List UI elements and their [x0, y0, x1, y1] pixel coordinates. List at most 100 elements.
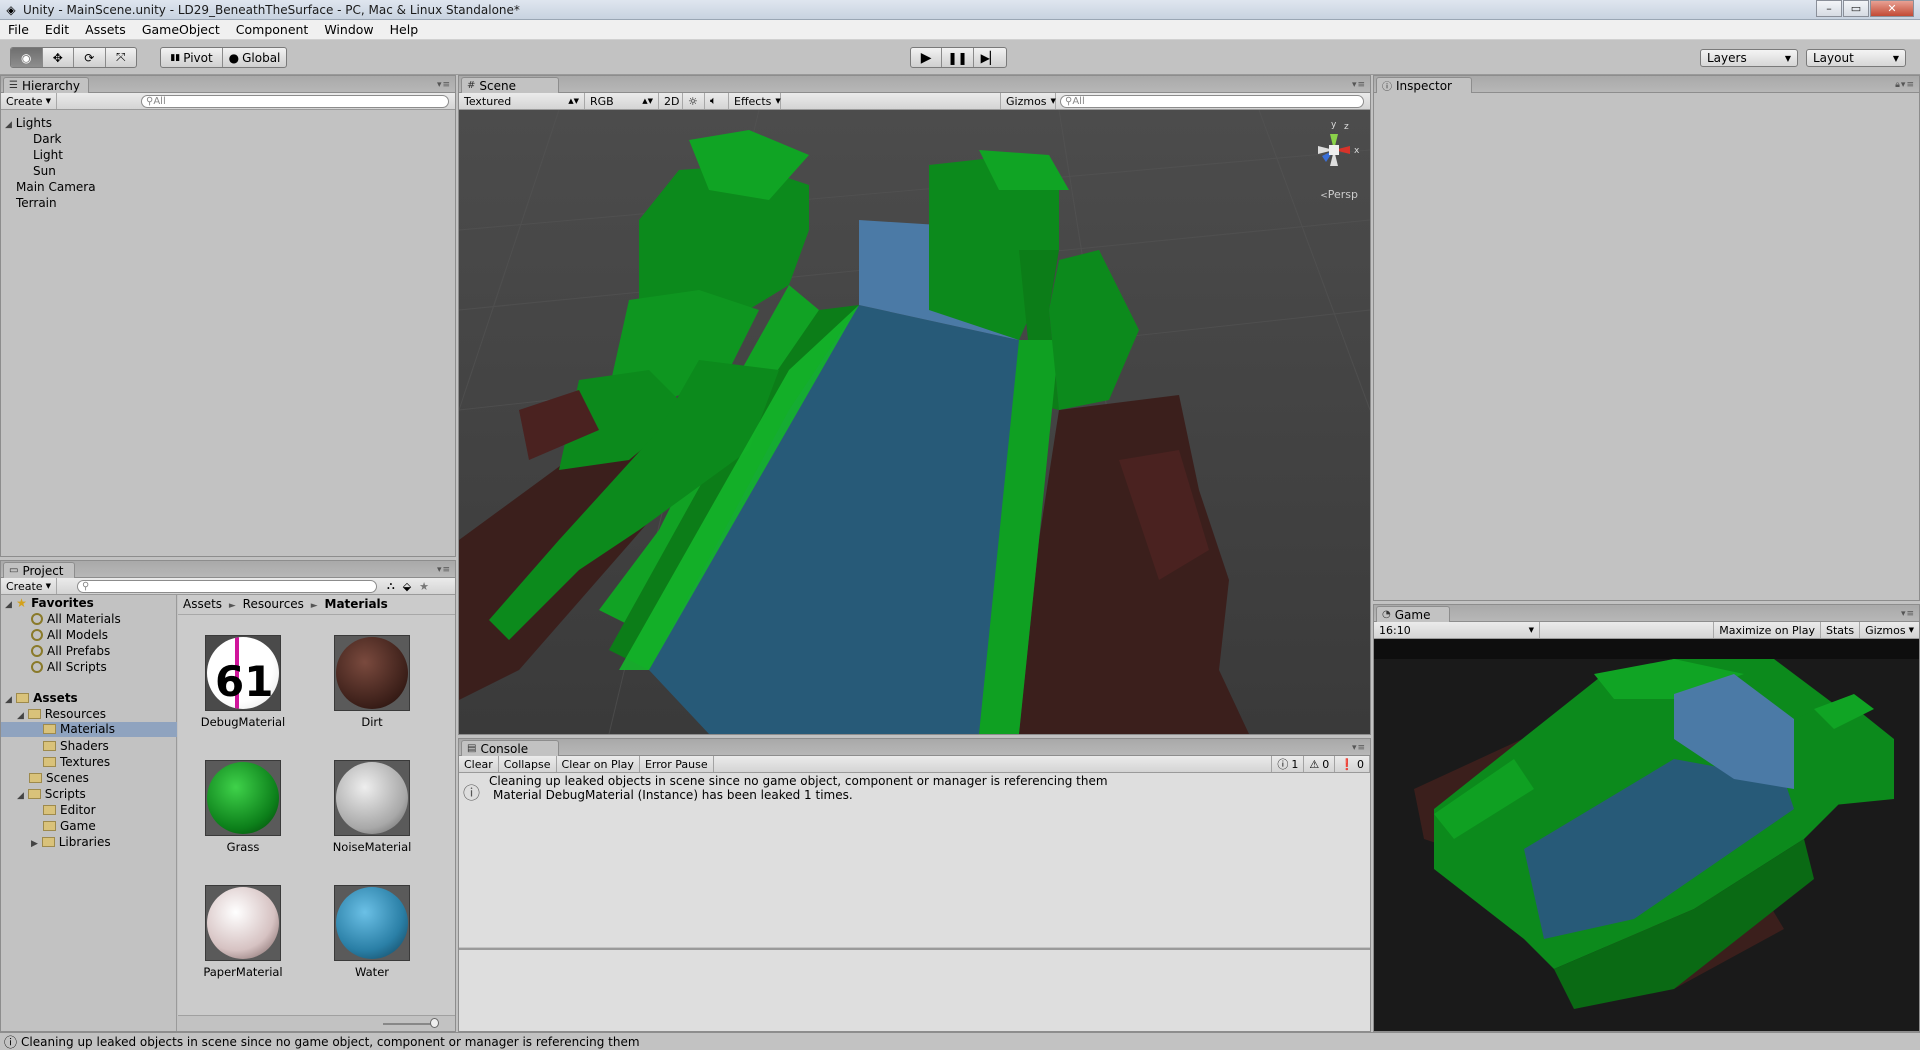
- menu-gameobject[interactable]: GameObject: [134, 22, 228, 37]
- play-icon[interactable]: ▶: [911, 48, 943, 67]
- toggle-2d-button[interactable]: 2D: [659, 93, 683, 109]
- game-viewport[interactable]: [1374, 639, 1919, 1031]
- breadcrumb-item[interactable]: Resources: [243, 597, 304, 611]
- collapse-button[interactable]: Collapse: [499, 756, 557, 772]
- panel-menu-icon[interactable]: ▾≡: [1352, 80, 1366, 90]
- shading-mode-dropdown[interactable]: Textured ▲▼: [459, 93, 585, 109]
- console-log-entry[interactable]: ⓘ Cleaning up leaked objects in scene si…: [459, 773, 1370, 807]
- breadcrumb-item[interactable]: Assets: [183, 597, 222, 611]
- menu-component[interactable]: Component: [228, 22, 317, 37]
- tab-hierarchy[interactable]: ☰ Hierarchy: [3, 77, 89, 93]
- global-button[interactable]: ● Global: [223, 48, 286, 67]
- tab-project[interactable]: ▭ Project: [3, 562, 75, 578]
- clear-button[interactable]: Clear: [459, 756, 499, 772]
- rotate-tool-icon[interactable]: ⟳: [74, 48, 106, 67]
- move-tool-icon[interactable]: ✥: [43, 48, 74, 67]
- tab-game[interactable]: ◔ Game: [1376, 606, 1450, 622]
- hierarchy-item-sun[interactable]: Sun: [33, 164, 56, 178]
- render-mode-dropdown[interactable]: RGB ▲▼: [585, 93, 659, 109]
- aspect-dropdown[interactable]: 16:10 ▼: [1374, 622, 1540, 638]
- gizmos-dropdown[interactable]: Gizmos ▼: [1860, 622, 1919, 638]
- folder-libraries[interactable]: ▶ Libraries: [31, 835, 111, 849]
- star-icon[interactable]: ★: [419, 580, 429, 593]
- favorite-all-prefabs[interactable]: All Prefabs: [31, 644, 110, 658]
- breadcrumb-item[interactable]: Materials: [325, 597, 388, 611]
- filter-label-icon[interactable]: ⬙: [403, 580, 411, 593]
- hierarchy-item-main-camera[interactable]: Main Camera: [16, 180, 96, 194]
- thumbnail-size-slider-track[interactable]: [383, 1023, 433, 1025]
- folder-textures[interactable]: Textures: [43, 755, 110, 769]
- assets-header[interactable]: ◢ Assets: [5, 691, 78, 705]
- material-thumb-noisematerial[interactable]: [334, 760, 410, 836]
- effects-dropdown[interactable]: Effects ▼: [729, 93, 781, 109]
- favorites-header[interactable]: ◢ ★ Favorites: [5, 596, 94, 610]
- maximize-button[interactable]: ▭: [1843, 0, 1869, 17]
- status-message[interactable]: Cleaning up leaked objects in scene sinc…: [21, 1035, 640, 1049]
- maximize-on-play-toggle[interactable]: Maximize on Play: [1713, 622, 1821, 638]
- collapsed-arrow-icon[interactable]: ▶: [31, 839, 38, 849]
- hierarchy-item-dark[interactable]: Dark: [33, 132, 61, 146]
- hierarchy-item-light[interactable]: Light: [33, 148, 63, 162]
- scene-lighting-icon[interactable]: ☼: [683, 93, 705, 109]
- tab-inspector[interactable]: ⓘ Inspector: [1376, 77, 1472, 93]
- scene-viewport[interactable]: y x z <Persp: [459, 110, 1370, 734]
- folder-scripts[interactable]: ◢ Scripts: [17, 787, 86, 801]
- pivot-button[interactable]: ▮▮ Pivot: [161, 48, 224, 67]
- step-icon[interactable]: ▶▏: [974, 48, 1006, 67]
- expand-arrow-icon[interactable]: ◢: [17, 711, 24, 721]
- menu-window[interactable]: Window: [316, 22, 381, 37]
- error-filter-toggle[interactable]: ❗ 0: [1335, 756, 1370, 772]
- scale-tool-icon[interactable]: ⤧: [106, 48, 137, 67]
- create-dropdown[interactable]: Create ▼: [1, 93, 57, 109]
- material-thumb-debugmaterial[interactable]: 61: [205, 635, 281, 711]
- material-thumb-grass[interactable]: [205, 760, 281, 836]
- tab-scene[interactable]: # Scene: [461, 77, 559, 93]
- material-thumb-water[interactable]: [334, 885, 410, 961]
- panel-menu-icon[interactable]: ▾≡: [437, 565, 451, 575]
- menu-edit[interactable]: Edit: [37, 22, 77, 37]
- folder-scenes[interactable]: Scenes: [29, 771, 89, 785]
- filter-type-icon[interactable]: ⛬: [387, 579, 395, 593]
- material-thumb-papermaterial[interactable]: [205, 885, 281, 961]
- folder-editor[interactable]: Editor: [43, 803, 96, 817]
- stats-toggle[interactable]: Stats: [1821, 622, 1861, 638]
- expand-arrow-icon[interactable]: ◢: [5, 120, 12, 130]
- minimize-button[interactable]: –: [1816, 0, 1842, 17]
- favorite-all-models[interactable]: All Models: [31, 628, 108, 642]
- menu-file[interactable]: File: [0, 22, 37, 37]
- error-pause-button[interactable]: Error Pause: [640, 756, 714, 772]
- thumbnail-size-slider-handle[interactable]: [430, 1018, 439, 1028]
- expand-arrow-icon[interactable]: ◢: [5, 600, 12, 610]
- scene-search-input[interactable]: ⚲ All: [1060, 94, 1364, 108]
- tab-console[interactable]: ▤ Console: [461, 740, 559, 756]
- folder-game[interactable]: Game: [43, 819, 96, 833]
- hierarchy-item-terrain[interactable]: Terrain: [16, 196, 57, 210]
- projection-label[interactable]: <Persp: [1320, 188, 1358, 201]
- scene-orientation-gizmo[interactable]: y x z: [1304, 120, 1364, 190]
- clear-on-play-button[interactable]: Clear on Play: [557, 756, 640, 772]
- expand-arrow-icon[interactable]: ◢: [17, 791, 24, 801]
- expand-arrow-icon[interactable]: ◢: [5, 695, 12, 705]
- folder-resources[interactable]: ◢ Resources: [17, 707, 106, 721]
- create-dropdown[interactable]: Create ▼: [1, 578, 57, 594]
- material-thumb-dirt[interactable]: [334, 635, 410, 711]
- menu-help[interactable]: Help: [382, 22, 427, 37]
- view-tool-eye-icon[interactable]: ◉: [11, 48, 43, 67]
- panel-menu-icon[interactable]: ▾≡: [1352, 743, 1366, 753]
- menu-assets[interactable]: Assets: [77, 22, 134, 37]
- favorite-all-materials[interactable]: All Materials: [31, 612, 121, 626]
- hierarchy-search-input[interactable]: ⚲ All: [141, 94, 449, 108]
- folder-shaders[interactable]: Shaders: [43, 739, 109, 753]
- panel-menu-icon[interactable]: ▾≡: [1901, 609, 1915, 619]
- hierarchy-item-lights[interactable]: ◢ Lights: [5, 116, 52, 130]
- folder-materials-selected[interactable]: Materials: [1, 722, 177, 737]
- gizmos-dropdown[interactable]: Gizmos ▼: [1000, 93, 1056, 109]
- favorite-all-scripts[interactable]: All Scripts: [31, 660, 107, 674]
- close-button[interactable]: ✕: [1870, 0, 1914, 17]
- audio-icon[interactable]: 🔈︎: [705, 93, 729, 109]
- lock-and-menu-icon[interactable]: 🔒︎▾≡: [1895, 80, 1915, 90]
- info-filter-toggle[interactable]: ⓘ 1: [1271, 756, 1305, 772]
- layers-dropdown[interactable]: Layers ▼: [1700, 49, 1798, 67]
- warning-filter-toggle[interactable]: ⚠ 0: [1304, 756, 1336, 772]
- project-search-input[interactable]: ⚲: [77, 579, 377, 593]
